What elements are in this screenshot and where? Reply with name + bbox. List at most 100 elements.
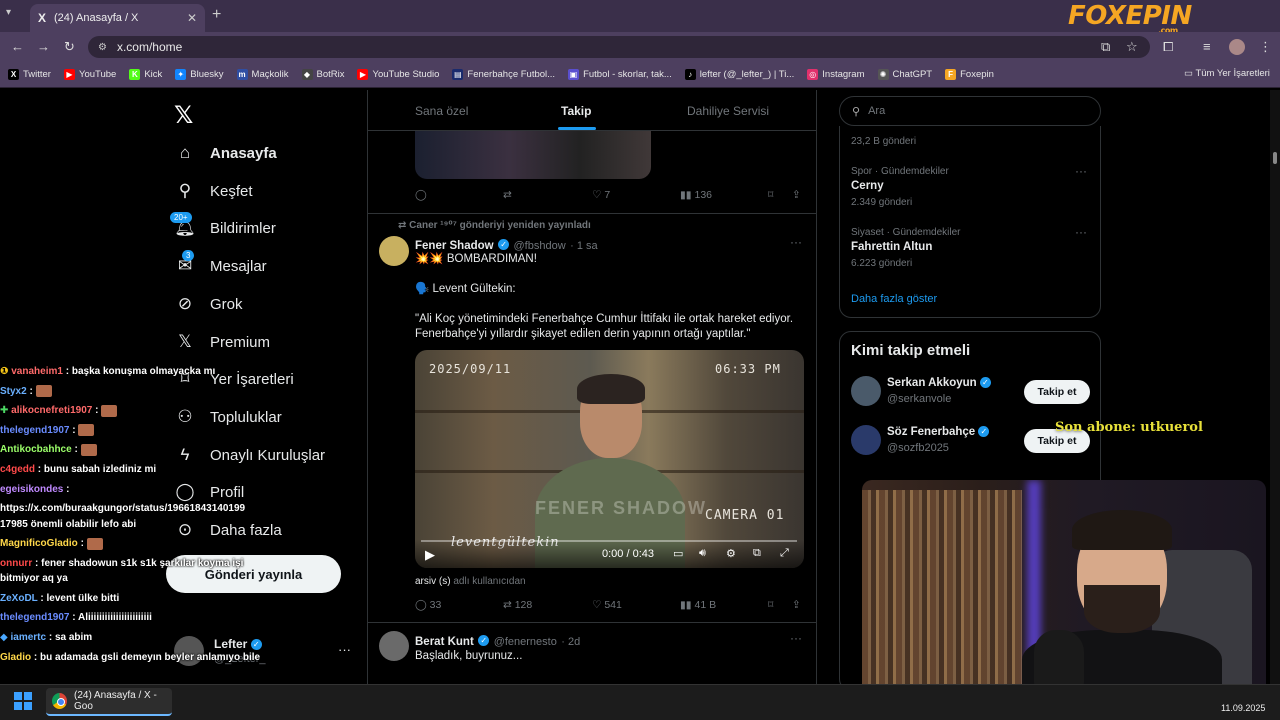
back-icon[interactable]: ← — [11, 39, 24, 54]
reload-icon[interactable]: ↻ — [64, 39, 75, 55]
views-stat[interactable]: ▮▮ 41 B — [680, 599, 716, 611]
bookmark-item[interactable]: ✦ Bluesky — [175, 69, 224, 80]
suggestion-name[interactable]: Söz Fenerbahçe ✓ — [887, 426, 990, 438]
bookmark-icon[interactable]: ⌑ — [768, 599, 773, 611]
tab-for-you[interactable]: Sana özel — [415, 104, 468, 118]
extensions-icon[interactable]: ⧠ — [1163, 39, 1173, 55]
bookmark-item[interactable]: ▣ Futbol - skorlar, tak... — [568, 69, 672, 80]
forward-icon[interactable]: → — [37, 39, 50, 54]
author-name[interactable]: Fener Shadow — [415, 240, 494, 252]
trend-more-icon[interactable]: ··· — [1075, 225, 1087, 239]
browser-menu-icon[interactable]: ⋮ — [1259, 39, 1272, 55]
taskbar-chrome-item[interactable]: (24) Anasayfa / X - Goo — [46, 688, 172, 716]
scrollbar-thumb[interactable] — [1273, 152, 1277, 164]
repost-icon[interactable]: ⇄ — [503, 189, 512, 201]
bookmark-item[interactable]: ◆ BotRix — [301, 69, 344, 80]
browser-tab[interactable]: X (24) Anasayfa / X ✕ — [30, 4, 205, 32]
address-bar[interactable]: ⚙ x.com/home — [88, 36, 1150, 58]
sidebar-item-home[interactable]: ⌂ Anasayfa — [174, 141, 277, 165]
sidebar-item-mail[interactable]: ✉ 3 Mesajlar — [174, 250, 267, 278]
author-handle[interactable]: @fbshdow — [514, 240, 566, 252]
bookmark-item[interactable]: ◎ Instagram — [807, 69, 865, 80]
page-scrollbar[interactable] — [1270, 90, 1280, 684]
captions-icon[interactable]: ▭ — [673, 547, 683, 560]
volume-icon[interactable]: 🔊︎ — [699, 547, 706, 560]
bookmark-item[interactable]: m Maçkolik — [236, 69, 289, 80]
avatar[interactable] — [379, 236, 409, 266]
video-player[interactable]: 2025/09/11 06:33 PM CAMERA 01 FENER SHAD… — [415, 350, 804, 568]
follow-button[interactable]: Takip et — [1024, 380, 1090, 404]
previous-post-image[interactable] — [415, 131, 651, 179]
author-name[interactable]: Berat Kunt — [415, 636, 474, 648]
tab-following[interactable]: Takip — [561, 104, 591, 118]
media-control-icon[interactable]: ≡ — [1203, 39, 1211, 54]
taskbar — [0, 684, 1280, 720]
sidebar-item-label: Premium — [210, 333, 271, 351]
x-logo-icon[interactable]: 𝕏 — [174, 101, 193, 130]
bookmark-item[interactable]: ▤ Fenerbahçe Futbol... — [452, 69, 555, 80]
play-icon[interactable]: ▶ — [425, 547, 435, 563]
repost-button[interactable]: ⇄ 128 — [503, 599, 532, 611]
bookmark-item[interactable]: K Kick — [129, 69, 162, 80]
show-more-link[interactable]: Daha fazla göster — [851, 293, 937, 305]
tweet-more-icon[interactable]: ··· — [790, 631, 802, 645]
sidebar-item-x-premium[interactable]: 𝕏 Premium — [174, 330, 270, 354]
trend-name[interactable]: Fahrettin Altun — [851, 241, 932, 253]
video-progress[interactable] — [421, 540, 797, 542]
bookmark-item[interactable]: F Foxepin — [945, 69, 994, 80]
chat-username: Styx2 — [0, 385, 27, 397]
tweet-more-icon[interactable]: ··· — [790, 235, 802, 249]
repost-note[interactable]: ⇄ Caner ¹⁹⁰⁷ gönderiyi yeniden yayınladı — [398, 220, 591, 231]
like-button[interactable]: ♡ 7 — [592, 189, 610, 201]
new-tab-icon[interactable]: + — [212, 6, 221, 24]
bookmark-item[interactable]: ♪ lefter (@_lefter_) | Ti... — [684, 69, 795, 80]
tweet-time[interactable]: · 1 sa — [570, 240, 598, 252]
avatar[interactable] — [851, 425, 881, 455]
more-icon[interactable]: ··· — [338, 642, 351, 657]
trend-category: Siyaset · Gündemdekiler — [851, 227, 961, 238]
site-info-icon[interactable]: ⚙ — [98, 42, 107, 53]
bookmark-label: lefter (@_lefter_) | Ti... — [699, 69, 795, 80]
verified-icon: ✓ — [478, 635, 490, 647]
author-handle[interactable]: @fenernesto — [494, 636, 557, 648]
bookmark-item[interactable]: ▶ YouTube — [63, 69, 116, 80]
windows-start-icon[interactable] — [14, 692, 32, 710]
trend-name[interactable]: Cerny — [851, 180, 884, 192]
bookmark-favicon-icon: ▶ — [357, 69, 369, 80]
views-stat[interactable]: ▮▮ 136 — [680, 189, 712, 201]
avatar[interactable] — [851, 376, 881, 406]
reply-icon[interactable]: ◯ — [415, 189, 427, 201]
chat-message: ◆ iamertc : sa abim — [0, 628, 262, 648]
source-user[interactable]: arsiv (s) — [415, 576, 451, 587]
browser-profile-avatar[interactable] — [1229, 39, 1245, 55]
bookmark-icon[interactable]: ⌑ — [768, 189, 773, 201]
tab-list[interactable]: Dahiliye Servisi — [687, 104, 769, 118]
bookmark-item[interactable]: ▶ YouTube Studio — [357, 69, 439, 80]
sidebar-item-bell[interactable]: 🔔︎ 20+ Bildirimler — [170, 212, 276, 240]
tab-search-icon[interactable]: ▾ — [6, 7, 11, 18]
pip-icon[interactable]: ⧉ — [753, 547, 761, 560]
share-icon[interactable]: ⇪ — [792, 599, 801, 611]
all-bookmarks[interactable]: ▭ Tüm Yer İşaretleri — [1184, 68, 1270, 79]
bookmark-item[interactable]: X Twitter — [8, 69, 51, 80]
trend-more-icon[interactable]: ··· — [1075, 164, 1087, 178]
reply-button[interactable]: ◯ 33 — [415, 599, 441, 611]
avatar[interactable] — [379, 631, 409, 661]
tab-close-icon[interactable]: ✕ — [187, 11, 197, 25]
chrome-icon — [52, 693, 67, 709]
bookmark-star-icon[interactable]: ☆ — [1126, 39, 1138, 55]
suggestion-name[interactable]: Serkan Akkoyun ✓ — [887, 377, 991, 389]
bookmark-label: Bluesky — [190, 69, 224, 80]
trend-count: 2.349 gönderi — [851, 197, 913, 208]
install-icon[interactable]: ⧉ — [1101, 39, 1110, 55]
bookmark-item[interactable]: ✺ ChatGPT — [877, 69, 932, 80]
settings-icon[interactable]: ⚙ — [726, 547, 736, 560]
sidebar-item-search[interactable]: ⚲ Keşfet — [174, 179, 253, 203]
fullscreen-icon[interactable]: ⤢ — [780, 547, 789, 560]
tweet-time[interactable]: · 2d — [561, 636, 580, 648]
chat-emote-icon — [35, 384, 52, 397]
search-input[interactable]: ⚲ Ara — [839, 96, 1101, 126]
sidebar-item-grok[interactable]: ⊘ Grok — [174, 292, 243, 316]
like-button[interactable]: ♡ 541 — [592, 599, 622, 611]
share-icon[interactable]: ⇪ — [792, 189, 801, 201]
